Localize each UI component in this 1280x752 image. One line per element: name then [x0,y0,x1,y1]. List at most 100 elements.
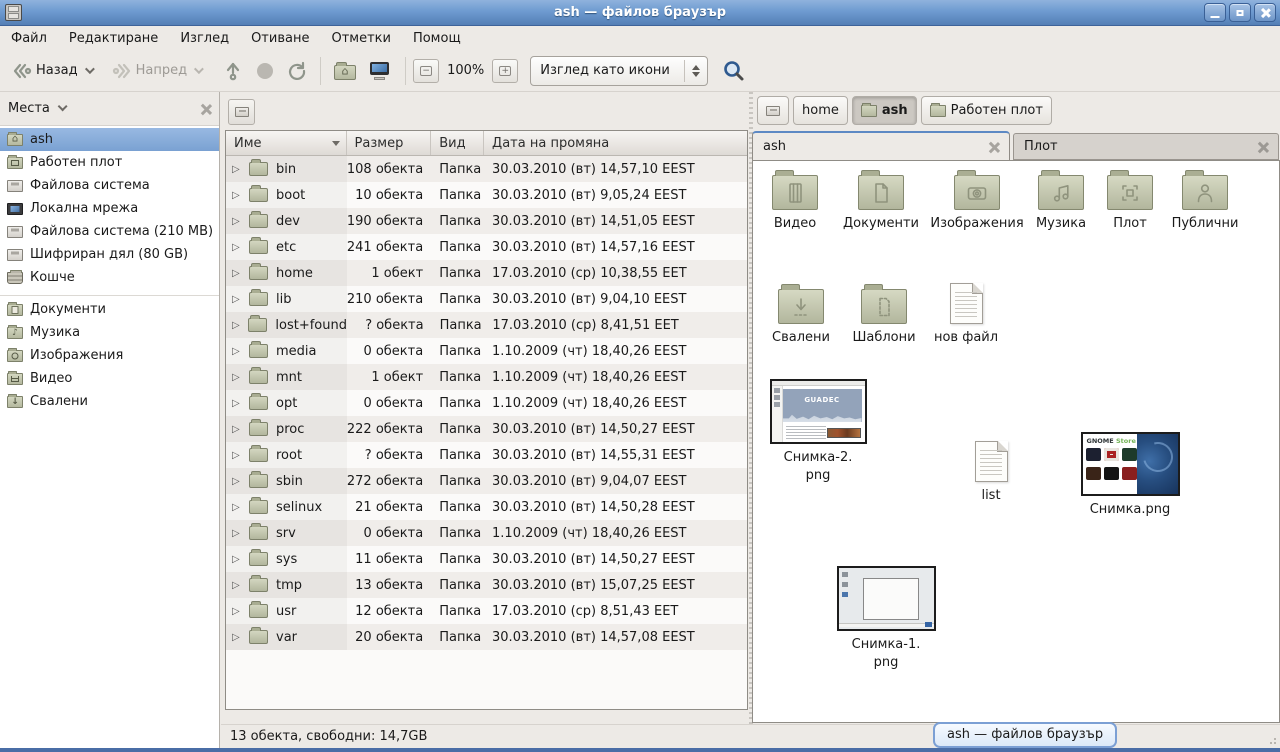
computer-button[interactable] [362,55,398,87]
tree-row[interactable]: ▷ lib 210 обекта Папка 30.03.2010 (вт) 9… [226,286,747,312]
maximize-button[interactable] [1229,3,1251,22]
tree-row[interactable]: ▷ boot 10 обекта Папка 30.03.2010 (вт) 9… [226,182,747,208]
tree-row[interactable]: ▷ var 20 обекта Папка 30.03.2010 (вт) 14… [226,624,747,650]
sidebar-item[interactable]: ash [0,128,219,151]
expander-icon[interactable]: ▷ [232,632,242,643]
tree-row[interactable]: ▷ etc 241 обекта Папка 30.03.2010 (вт) 1… [226,234,747,260]
tree-row[interactable]: ▷ proc 222 обекта Папка 30.03.2010 (вт) … [226,416,747,442]
home-button[interactable]: ⌂ [328,55,362,87]
sidebar-item[interactable]: Видео [0,367,219,390]
zoom-in-button[interactable]: + [492,59,518,83]
tree-row[interactable]: ▷ tmp 13 обекта Папка 30.03.2010 (вт) 15… [226,572,747,598]
breadcrumb-home-button[interactable]: home [793,96,848,125]
sidebar-item[interactable]: Музика [0,321,219,344]
expander-icon[interactable]: ▷ [232,294,242,305]
tree-row[interactable]: ▷ home 1 обект Папка 17.03.2010 (ср) 10,… [226,260,747,286]
up-button[interactable] [217,55,249,87]
expander-icon[interactable]: ▷ [232,268,242,279]
back-dropdown-icon[interactable] [85,64,95,74]
back-button[interactable]: Назад [6,55,98,87]
expander-icon[interactable]: ▷ [232,476,242,487]
search-button[interactable] [716,55,752,87]
menu-item[interactable]: Изглед [171,29,238,48]
tree-row[interactable]: ▷ dev 190 обекта Папка 30.03.2010 (вт) 1… [226,208,747,234]
reload-button[interactable] [281,55,313,87]
folder-videos[interactable]: Видео [767,175,823,233]
view-mode-select[interactable]: Изглед като икони [530,56,708,86]
tree-row[interactable]: ▷ srv 0 обекта Папка 1.10.2009 (чт) 18,4… [226,520,747,546]
zoom-out-button[interactable]: − [413,59,439,83]
image-snimka2[interactable]: GUADEC Снимка-2.png [765,379,871,484]
stop-button[interactable] [249,55,281,87]
folder-desktop[interactable]: Плот [1105,175,1155,233]
menu-item[interactable]: Помощ [404,29,470,48]
tree-row[interactable]: ▷ sbin 272 обекта Папка 30.03.2010 (вт) … [226,468,747,494]
tree-row[interactable]: ▷ sys 11 обекта Папка 30.03.2010 (вт) 14… [226,546,747,572]
sidebar-item[interactable]: Файлова система [0,174,219,197]
expander-icon[interactable]: ▷ [232,502,242,513]
sidebar-item[interactable]: Файлова система (210 MB) [0,220,219,243]
sidebar-close-button[interactable] [201,104,211,114]
close-button[interactable] [1254,3,1276,22]
breadcrumb-desktop-button[interactable]: Работен плот [921,96,1052,125]
menu-item[interactable]: Редактиране [60,29,167,48]
tree-row[interactable]: ▷ usr 12 обекта Папка 17.03.2010 (ср) 8,… [226,598,747,624]
sidebar-title-dropdown[interactable]: Места [8,101,201,116]
menu-item[interactable]: Файл [2,29,56,48]
image-snimka1[interactable]: Снимка-1.png [831,566,941,671]
sidebar-item[interactable]: Изображения [0,344,219,367]
sidebar-item[interactable]: Кошче [0,266,219,289]
folder-downloads[interactable]: Свалени [771,289,831,347]
tree-row[interactable]: ▷ media 0 обекта Папка 1.10.2009 (чт) 18… [226,338,747,364]
folder-pictures[interactable]: Изображения [937,175,1017,233]
folder-documents[interactable]: Документи [838,175,924,233]
expander-icon[interactable]: ▷ [232,190,242,201]
tree-row[interactable]: ▷ mnt 1 обект Папка 1.10.2009 (чт) 18,40… [226,364,747,390]
tree-row[interactable]: ▷ opt 0 обекта Папка 1.10.2009 (чт) 18,4… [226,390,747,416]
sidebar-item[interactable]: Локална мрежа [0,197,219,220]
folder-public[interactable]: Публични [1167,175,1243,233]
expander-icon[interactable]: ▷ [232,372,242,383]
sidebar-item[interactable]: Свалени [0,390,219,413]
column-header-type[interactable]: Вид [431,131,484,155]
expander-icon[interactable]: ▷ [232,216,242,227]
menu-item[interactable]: Отиване [242,29,318,48]
column-header-name[interactable]: Име [226,131,347,155]
column-header-date[interactable]: Дата на промяна [484,131,747,155]
minimize-button[interactable] [1204,3,1226,22]
sidebar-item[interactable] [0,289,219,298]
expander-icon[interactable]: ▷ [232,320,241,331]
expander-icon[interactable]: ▷ [232,346,242,357]
tab-plot[interactable]: Плот [1013,133,1279,160]
folder-music[interactable]: Музика [1031,175,1091,233]
tree-root-button[interactable] [228,99,255,125]
image-snimka[interactable]: GNOME Store Снимка.png [1075,432,1185,519]
breadcrumb-root-button[interactable] [757,96,789,125]
file-list[interactable]: list [958,441,1024,505]
tree-row[interactable]: ▷ selinux 21 обекта Папка 30.03.2010 (вт… [226,494,747,520]
file-new[interactable]: нов файл [933,283,999,347]
menu-item[interactable]: Отметки [322,29,399,48]
resize-grip-icon[interactable] [1267,737,1277,747]
expander-icon[interactable]: ▷ [232,450,242,461]
taskbar-window-button[interactable]: ash — файлов браузър [933,722,1117,748]
breadcrumb-ash-button[interactable]: ash [852,96,917,125]
sidebar-item[interactable]: Документи [0,298,219,321]
expander-icon[interactable]: ▷ [232,554,242,565]
sidebar-item[interactable]: Шифриран дял (80 GB) [0,243,219,266]
column-header-size[interactable]: Размер [347,131,432,155]
tree-row[interactable]: ▷ lost+found ? обекта Папка 17.03.2010 (… [226,312,747,338]
tab-ash[interactable]: ash [752,131,1010,160]
sidebar-item[interactable]: Работен плот [0,151,219,174]
forward-button[interactable]: Напред [106,55,207,87]
tab-close-icon[interactable] [1258,142,1268,152]
expander-icon[interactable]: ▷ [232,580,242,591]
expander-icon[interactable]: ▷ [232,606,242,617]
expander-icon[interactable]: ▷ [232,164,242,175]
expander-icon[interactable]: ▷ [232,398,242,409]
expander-icon[interactable]: ▷ [232,528,242,539]
tree-row[interactable]: ▷ root ? обекта Папка 30.03.2010 (вт) 14… [226,442,747,468]
folder-templates[interactable]: Шаблони [853,289,915,347]
expander-icon[interactable]: ▷ [232,242,242,253]
tree-row[interactable]: ▷ bin 108 обекта Папка 30.03.2010 (вт) 1… [226,156,747,182]
